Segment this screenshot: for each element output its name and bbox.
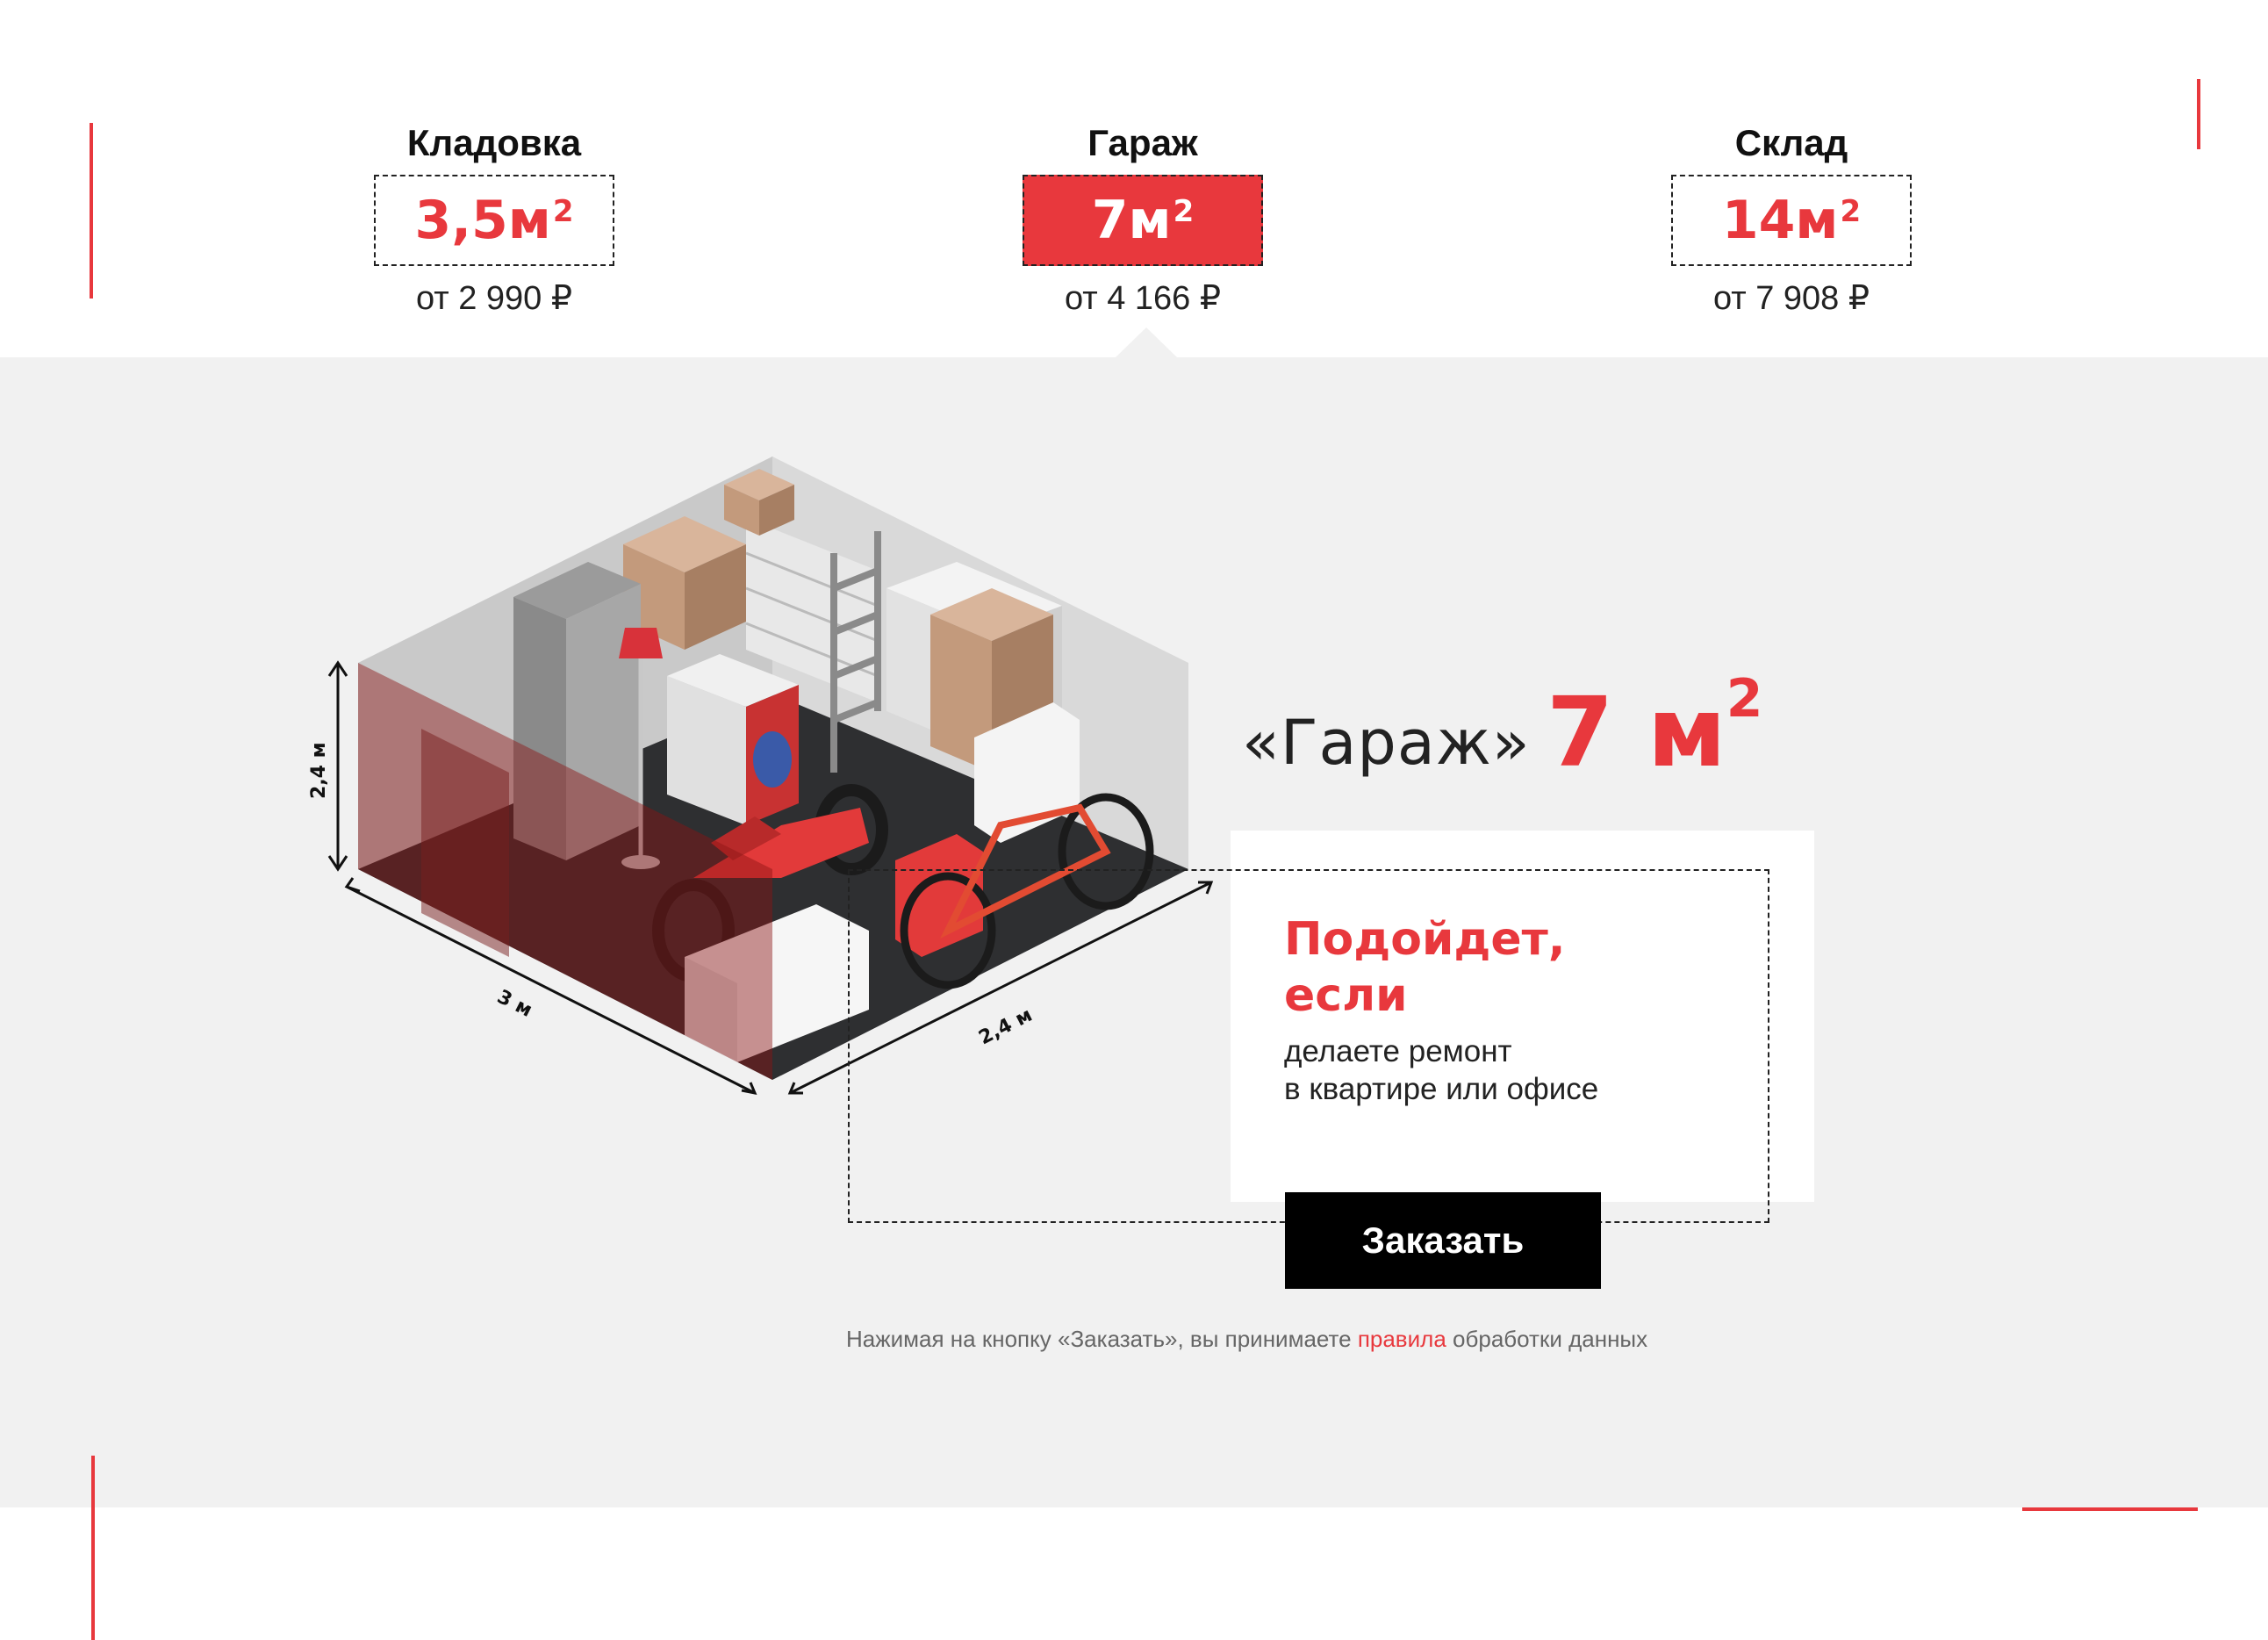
corner-line-bottom-right bbox=[2022, 1507, 2198, 1511]
tab-price: от 7 908 ₽ bbox=[1712, 280, 1870, 317]
order-button[interactable]: Заказать bbox=[1285, 1192, 1601, 1289]
storage-room-illustration: 2,4 м 3 м 2,4 м bbox=[308, 457, 1214, 1096]
tab-price: от 4 166 ₽ bbox=[1064, 280, 1222, 317]
room-area: 7 м2 bbox=[1547, 668, 1763, 788]
active-tab-pointer bbox=[1115, 327, 1178, 358]
dimension-length-label: 3 м bbox=[493, 986, 535, 1022]
tab-garazh[interactable]: Гараж 7м 2 от 4 166 ₽ bbox=[1011, 119, 1274, 318]
corner-line-top-left bbox=[90, 123, 93, 299]
tab-kladovka[interactable]: Кладовка 3,5м 2 от 2 990 ₽ bbox=[362, 119, 626, 318]
tab-sklad[interactable]: Склад 14м 2 от 7 908 ₽ bbox=[1660, 119, 1923, 318]
room-title: «Гараж» bbox=[1242, 707, 1531, 779]
consent-text: Нажимая на кнопку «Заказать», вы принима… bbox=[846, 1326, 1648, 1352]
washing-machine-icon bbox=[667, 654, 799, 825]
corner-line-top-right bbox=[2197, 79, 2200, 149]
dimension-height-label: 2,4 м bbox=[308, 742, 330, 799]
dimension-height bbox=[327, 660, 348, 872]
tab-area-box: 3,5м 2 bbox=[374, 175, 614, 266]
fit-description: делаете ремонт в квартире или офисе bbox=[1284, 1034, 1599, 1106]
tab-title: Гараж bbox=[1087, 122, 1198, 163]
corner-line-bottom-left bbox=[91, 1456, 95, 1640]
dimension-width-label: 2,4 м bbox=[975, 1004, 1036, 1050]
tab-area-box: 14м 2 bbox=[1671, 175, 1912, 266]
tab-area-box: 7м 2 bbox=[1023, 175, 1263, 266]
tab-price: от 2 990 ₽ bbox=[415, 280, 573, 317]
tab-title: Кладовка bbox=[406, 122, 582, 163]
rules-link[interactable]: правила bbox=[1358, 1326, 1446, 1352]
tab-title: Склад bbox=[1734, 122, 1848, 163]
fit-title: Подойдет, если bbox=[1284, 913, 1566, 1022]
